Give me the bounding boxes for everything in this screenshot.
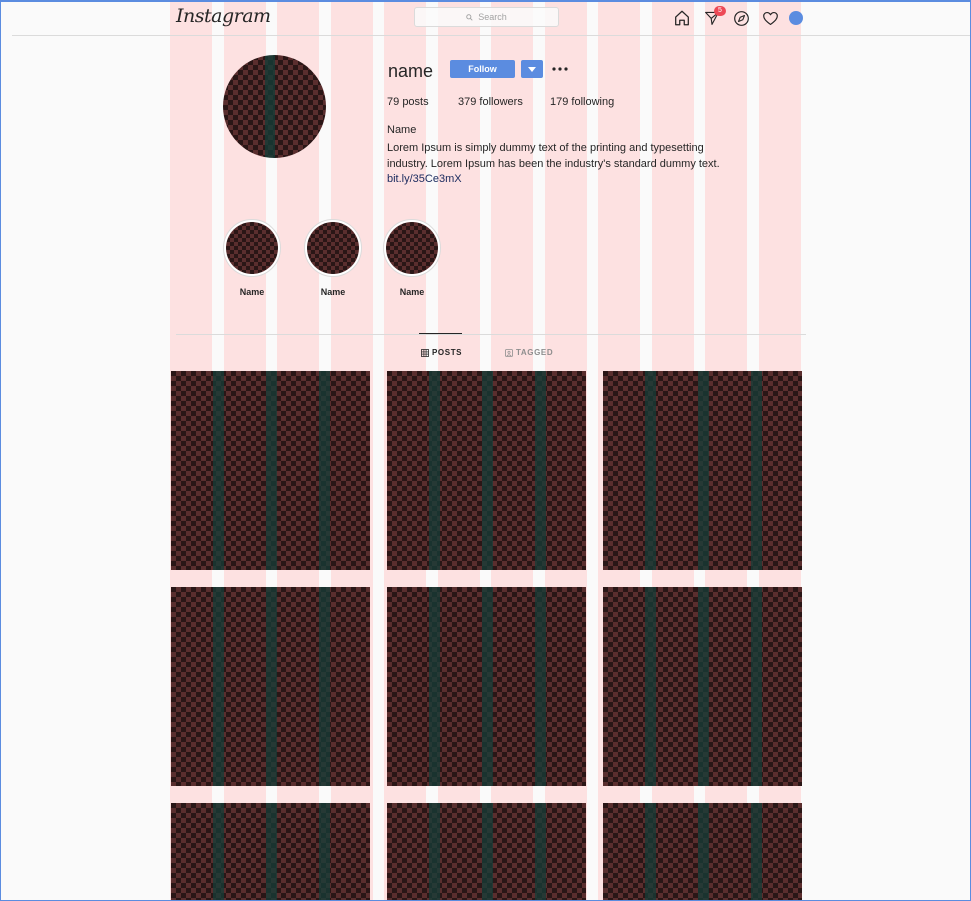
header-divider	[12, 35, 971, 36]
posts-count: 79	[387, 96, 400, 108]
avatar	[789, 11, 803, 25]
highlight-label: Name	[320, 287, 346, 297]
search-placeholder: Search	[478, 12, 507, 22]
followers-count-stat[interactable]: 379 followers	[458, 96, 523, 108]
post-thumbnail[interactable]	[171, 371, 370, 570]
posts-count-stat: 79 posts	[387, 96, 429, 108]
header-nav: 5	[672, 6, 806, 28]
follow-button[interactable]: Follow	[450, 60, 515, 78]
highlight-ring	[304, 219, 362, 277]
highlight-image	[386, 222, 438, 274]
post-thumbnail[interactable]	[603, 803, 802, 900]
suggestions-dropdown-button[interactable]	[521, 60, 543, 78]
post-thumbnail[interactable]	[171, 587, 370, 786]
tab-tagged-label: TAGGED	[516, 348, 554, 357]
chevron-down-icon	[528, 66, 536, 72]
notification-badge: 5	[714, 6, 726, 16]
tabs-divider	[176, 334, 806, 335]
profile-username: name	[388, 61, 434, 81]
bio-text: Lorem Ipsum is simply dummy text of the …	[387, 142, 720, 170]
highlight-label: Name	[399, 287, 425, 297]
explore-icon[interactable]	[731, 8, 751, 28]
profile-avatar[interactable]	[786, 8, 806, 28]
profile-picture[interactable]	[223, 55, 326, 158]
highlight-image	[226, 222, 278, 274]
story-highlight[interactable]: Name	[304, 219, 364, 297]
highlight-ring	[223, 219, 281, 277]
instagram-logo[interactable]: Instagram	[176, 5, 271, 27]
active-tab-indicator	[419, 333, 462, 334]
tab-tagged[interactable]: TAGGED	[505, 348, 553, 357]
heart-icon[interactable]	[760, 8, 780, 28]
following-label: following	[571, 96, 615, 108]
tab-posts[interactable]: POSTS	[421, 348, 462, 357]
home-icon[interactable]	[672, 8, 692, 28]
story-highlight[interactable]: Name	[223, 219, 283, 297]
post-thumbnail[interactable]	[171, 803, 370, 900]
following-count-stat[interactable]: 179 following	[550, 96, 614, 108]
tab-posts-label: POSTS	[432, 348, 463, 357]
bio-link[interactable]: bit.ly/35Ce3mX	[387, 173, 462, 185]
more-options-icon[interactable]	[551, 62, 569, 76]
followers-count: 379	[458, 96, 477, 108]
search-input[interactable]: Search	[414, 7, 559, 27]
bio-name: Name	[387, 124, 417, 136]
highlight-image	[307, 222, 359, 274]
highlight-label: Name	[239, 287, 265, 297]
tag-icon	[505, 348, 513, 357]
direct-icon[interactable]: 5	[702, 6, 726, 28]
following-count: 179	[550, 96, 569, 108]
post-thumbnail[interactable]	[603, 371, 802, 570]
highlight-ring	[383, 219, 441, 277]
post-thumbnail[interactable]	[387, 371, 586, 570]
grid-icon	[421, 348, 429, 357]
search-icon	[466, 13, 473, 21]
post-thumbnail[interactable]	[603, 587, 802, 786]
story-highlight[interactable]: Name	[383, 219, 443, 297]
post-thumbnail[interactable]	[387, 803, 586, 900]
posts-label: posts	[402, 96, 429, 108]
post-thumbnail[interactable]	[387, 587, 586, 786]
followers-label: followers	[479, 96, 523, 108]
